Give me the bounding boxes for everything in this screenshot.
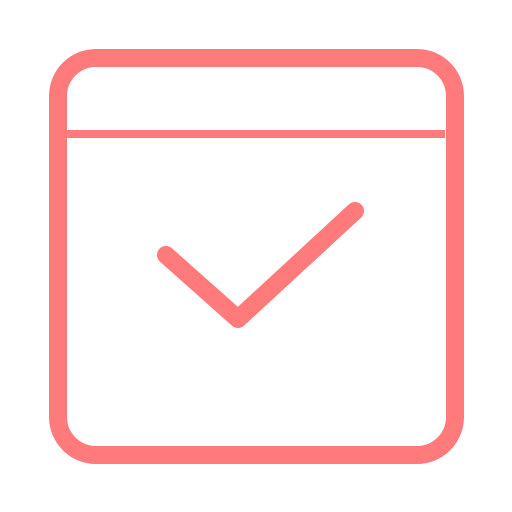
calendar-check-icon [0,0,512,512]
icon-canvas [0,0,512,512]
check-mark [157,202,364,328]
calendar-check-svg [49,49,464,464]
calendar-frame [49,49,464,464]
